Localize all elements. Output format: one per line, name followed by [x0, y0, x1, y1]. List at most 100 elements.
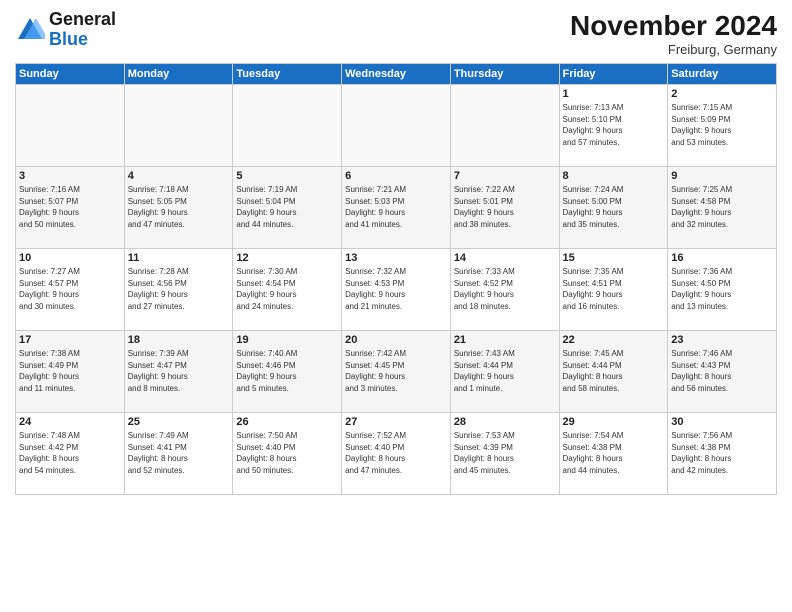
- day-info: Sunrise: 7:53 AM Sunset: 4:39 PM Dayligh…: [454, 430, 556, 476]
- calendar-cell: [233, 85, 342, 167]
- day-info: Sunrise: 7:48 AM Sunset: 4:42 PM Dayligh…: [19, 430, 121, 476]
- month-title: November 2024: [570, 10, 777, 42]
- calendar-cell: 18 Sunrise: 7:39 AM Sunset: 4:47 PM Dayli…: [124, 331, 233, 413]
- header: General Blue November 2024 Freiburg, Ger…: [15, 10, 777, 57]
- day-number: 14: [454, 252, 556, 264]
- day-info: Sunrise: 7:13 AM Sunset: 5:10 PM Dayligh…: [563, 102, 665, 148]
- calendar-cell: 29 Sunrise: 7:54 AM Sunset: 4:38 PM Dayli…: [559, 413, 668, 495]
- calendar-week-2: 3Sunrise: 7:16 AM Sunset: 5:07 PM Daylig…: [16, 167, 777, 249]
- calendar-cell: 12 Sunrise: 7:30 AM Sunset: 4:54 PM Dayli…: [233, 249, 342, 331]
- day-info: Sunrise: 7:22 AM Sunset: 5:01 PM Dayligh…: [454, 184, 556, 230]
- day-number: 5: [236, 170, 338, 182]
- calendar-cell: 15 Sunrise: 7:35 AM Sunset: 4:51 PM Dayli…: [559, 249, 668, 331]
- calendar-cell: 5 Sunrise: 7:19 AM Sunset: 5:04 PM Daylig…: [233, 167, 342, 249]
- calendar-week-5: 24 Sunrise: 7:48 AM Sunset: 4:42 PM Dayli…: [16, 413, 777, 495]
- calendar-cell: 11Sunrise: 7:28 AM Sunset: 4:56 PM Dayli…: [124, 249, 233, 331]
- col-tuesday: Tuesday: [233, 64, 342, 85]
- day-info: Sunrise: 7:52 AM Sunset: 4:40 PM Dayligh…: [345, 430, 447, 476]
- col-friday: Friday: [559, 64, 668, 85]
- day-info: Sunrise: 7:33 AM Sunset: 4:52 PM Dayligh…: [454, 266, 556, 312]
- calendar-cell: [450, 85, 559, 167]
- day-info: Sunrise: 7:54 AM Sunset: 4:38 PM Dayligh…: [563, 430, 665, 476]
- day-number: 29: [563, 416, 665, 428]
- day-number: 1: [563, 88, 665, 100]
- day-number: 7: [454, 170, 556, 182]
- calendar-cell: 4Sunrise: 7:18 AM Sunset: 5:05 PM Daylig…: [124, 167, 233, 249]
- calendar-cell: 27 Sunrise: 7:52 AM Sunset: 4:40 PM Dayli…: [342, 413, 451, 495]
- day-number: 23: [671, 334, 773, 346]
- day-info: Sunrise: 7:32 AM Sunset: 4:53 PM Dayligh…: [345, 266, 447, 312]
- day-info: Sunrise: 7:40 AM Sunset: 4:46 PM Dayligh…: [236, 348, 338, 394]
- day-info: Sunrise: 7:25 AM Sunset: 4:58 PM Dayligh…: [671, 184, 773, 230]
- day-number: 6: [345, 170, 447, 182]
- day-info: Sunrise: 7:16 AM Sunset: 5:07 PM Dayligh…: [19, 184, 121, 230]
- day-number: 19: [236, 334, 338, 346]
- calendar-cell: 9 Sunrise: 7:25 AM Sunset: 4:58 PM Daylig…: [668, 167, 777, 249]
- day-info: Sunrise: 7:15 AM Sunset: 5:09 PM Dayligh…: [671, 102, 773, 148]
- day-number: 26: [236, 416, 338, 428]
- day-info: Sunrise: 7:18 AM Sunset: 5:05 PM Dayligh…: [128, 184, 230, 230]
- calendar-cell: 16 Sunrise: 7:36 AM Sunset: 4:50 PM Dayli…: [668, 249, 777, 331]
- calendar-cell: 6Sunrise: 7:21 AM Sunset: 5:03 PM Daylig…: [342, 167, 451, 249]
- calendar-cell: 22 Sunrise: 7:45 AM Sunset: 4:44 PM Dayli…: [559, 331, 668, 413]
- day-number: 22: [563, 334, 665, 346]
- day-number: 15: [563, 252, 665, 264]
- calendar-cell: 13 Sunrise: 7:32 AM Sunset: 4:53 PM Dayli…: [342, 249, 451, 331]
- calendar-cell: 3Sunrise: 7:16 AM Sunset: 5:07 PM Daylig…: [16, 167, 125, 249]
- day-info: Sunrise: 7:56 AM Sunset: 4:38 PM Dayligh…: [671, 430, 773, 476]
- location-subtitle: Freiburg, Germany: [570, 42, 777, 57]
- logo-text: General Blue: [49, 10, 116, 50]
- calendar-cell: 30 Sunrise: 7:56 AM Sunset: 4:38 PM Dayli…: [668, 413, 777, 495]
- calendar-cell: 23 Sunrise: 7:46 AM Sunset: 4:43 PM Dayli…: [668, 331, 777, 413]
- calendar-cell: [124, 85, 233, 167]
- day-number: 24: [19, 416, 121, 428]
- logo-icon: [15, 15, 45, 45]
- day-info: Sunrise: 7:19 AM Sunset: 5:04 PM Dayligh…: [236, 184, 338, 230]
- col-monday: Monday: [124, 64, 233, 85]
- calendar-cell: 1 Sunrise: 7:13 AM Sunset: 5:10 PM Daylig…: [559, 85, 668, 167]
- calendar-cell: [342, 85, 451, 167]
- calendar-table: Sunday Monday Tuesday Wednesday Thursday…: [15, 63, 777, 495]
- day-number: 8: [563, 170, 665, 182]
- day-info: Sunrise: 7:36 AM Sunset: 4:50 PM Dayligh…: [671, 266, 773, 312]
- calendar-cell: 14 Sunrise: 7:33 AM Sunset: 4:52 PM Dayli…: [450, 249, 559, 331]
- day-info: Sunrise: 7:24 AM Sunset: 5:00 PM Dayligh…: [563, 184, 665, 230]
- calendar-cell: 19 Sunrise: 7:40 AM Sunset: 4:46 PM Dayli…: [233, 331, 342, 413]
- calendar-cell: [16, 85, 125, 167]
- day-info: Sunrise: 7:45 AM Sunset: 4:44 PM Dayligh…: [563, 348, 665, 394]
- calendar-cell: 24 Sunrise: 7:48 AM Sunset: 4:42 PM Dayli…: [16, 413, 125, 495]
- day-info: Sunrise: 7:35 AM Sunset: 4:51 PM Dayligh…: [563, 266, 665, 312]
- day-info: Sunrise: 7:43 AM Sunset: 4:44 PM Dayligh…: [454, 348, 556, 394]
- col-sunday: Sunday: [16, 64, 125, 85]
- day-number: 18: [128, 334, 230, 346]
- page: General Blue November 2024 Freiburg, Ger…: [0, 0, 792, 612]
- col-wednesday: Wednesday: [342, 64, 451, 85]
- day-number: 2: [671, 88, 773, 100]
- day-info: Sunrise: 7:50 AM Sunset: 4:40 PM Dayligh…: [236, 430, 338, 476]
- day-number: 17: [19, 334, 121, 346]
- calendar-cell: 2 Sunrise: 7:15 AM Sunset: 5:09 PM Daylig…: [668, 85, 777, 167]
- day-info: Sunrise: 7:30 AM Sunset: 4:54 PM Dayligh…: [236, 266, 338, 312]
- day-number: 12: [236, 252, 338, 264]
- header-row: Sunday Monday Tuesday Wednesday Thursday…: [16, 64, 777, 85]
- calendar-cell: 8 Sunrise: 7:24 AM Sunset: 5:00 PM Daylig…: [559, 167, 668, 249]
- calendar-cell: 10Sunrise: 7:27 AM Sunset: 4:57 PM Dayli…: [16, 249, 125, 331]
- calendar-cell: 20Sunrise: 7:42 AM Sunset: 4:45 PM Dayli…: [342, 331, 451, 413]
- day-info: Sunrise: 7:46 AM Sunset: 4:43 PM Dayligh…: [671, 348, 773, 394]
- calendar-cell: 21 Sunrise: 7:43 AM Sunset: 4:44 PM Dayli…: [450, 331, 559, 413]
- calendar-week-4: 17Sunrise: 7:38 AM Sunset: 4:49 PM Dayli…: [16, 331, 777, 413]
- title-block: November 2024 Freiburg, Germany: [570, 10, 777, 57]
- col-saturday: Saturday: [668, 64, 777, 85]
- calendar-cell: 26 Sunrise: 7:50 AM Sunset: 4:40 PM Dayli…: [233, 413, 342, 495]
- day-number: 30: [671, 416, 773, 428]
- col-thursday: Thursday: [450, 64, 559, 85]
- day-info: Sunrise: 7:39 AM Sunset: 4:47 PM Dayligh…: [128, 348, 230, 394]
- day-number: 21: [454, 334, 556, 346]
- calendar-cell: 17Sunrise: 7:38 AM Sunset: 4:49 PM Dayli…: [16, 331, 125, 413]
- day-info: Sunrise: 7:49 AM Sunset: 4:41 PM Dayligh…: [128, 430, 230, 476]
- day-number: 28: [454, 416, 556, 428]
- day-number: 9: [671, 170, 773, 182]
- day-number: 16: [671, 252, 773, 264]
- day-number: 27: [345, 416, 447, 428]
- day-number: 13: [345, 252, 447, 264]
